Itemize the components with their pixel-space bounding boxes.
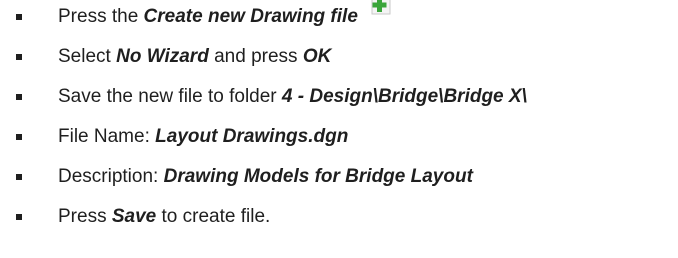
list-item: Select No Wizard and press OK <box>0 37 678 77</box>
list-item: File Name: Layout Drawings.dgn <box>0 117 678 157</box>
bullet <box>16 94 22 100</box>
bullet <box>16 54 22 60</box>
step-emphasis: OK <box>302 46 332 67</box>
step-text: Press Save to create file. <box>58 197 270 237</box>
step-emphasis: 4 - Design\Bridge\Bridge X\ <box>281 86 527 107</box>
step-emphasis: Create new Drawing file <box>143 6 358 27</box>
bullet <box>16 134 22 140</box>
list-item: Description: Drawing Models for Bridge L… <box>0 157 678 197</box>
step-text: Description: Drawing Models for Bridge L… <box>58 157 473 197</box>
step-emphasis: Save <box>111 206 157 227</box>
step-text-part: Press the <box>58 6 144 27</box>
step-text: File Name: Layout Drawings.dgn <box>58 117 348 157</box>
bullet <box>16 174 22 180</box>
step-text: Select No Wizard and press OK <box>58 37 331 77</box>
step-text-part: Select <box>58 46 117 67</box>
step-emphasis: Drawing Models for Bridge Layout <box>163 166 473 187</box>
step-text-part: Save the new file to folder <box>58 86 282 107</box>
step-text-part: and press <box>208 46 303 67</box>
list-item: Press Save to create file. <box>0 197 678 237</box>
step-text-part: to create file. <box>156 206 271 227</box>
step-text-part: Description: <box>58 166 164 187</box>
create-new-file-icon <box>366 0 396 15</box>
step-emphasis: No Wizard <box>116 46 209 67</box>
step-emphasis: Layout Drawings.dgn <box>155 126 349 147</box>
bullet <box>16 214 22 220</box>
list-item: Press the Create new Drawing file <box>0 0 678 37</box>
list-item: Save the new file to folder 4 - Design\B… <box>0 77 678 117</box>
instruction-list: Press the Create new Drawing file Select… <box>0 0 678 237</box>
step-text: Press the Create new Drawing file <box>58 0 396 34</box>
instruction-document: Press the Create new Drawing file Select… <box>0 0 678 258</box>
step-text-part: File Name: <box>58 126 156 147</box>
step-text-part: Press <box>58 206 112 227</box>
bullet <box>16 13 22 20</box>
step-text: Save the new file to folder 4 - Design\B… <box>58 77 527 117</box>
